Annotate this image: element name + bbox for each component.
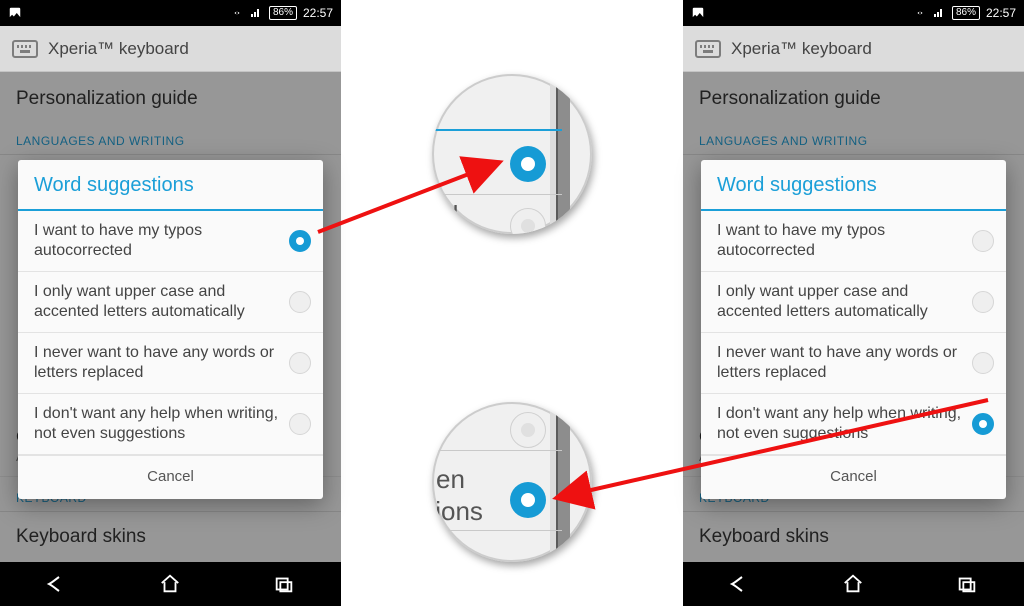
radio-selected-icon: [510, 146, 546, 182]
phone-screenshot-right: 86% 22:57 Xperia™ keyboard Personalizati…: [683, 0, 1024, 606]
languages-section-label: LANGUAGES AND WRITING: [683, 120, 1024, 155]
radio-unselected-icon: [510, 208, 546, 234]
radio-unselected-icon: [289, 352, 311, 374]
option-label: I want to have my typos autocorrected: [34, 221, 289, 261]
clock: 22:57: [986, 6, 1016, 20]
option-label: I want to have my typos autocorrected: [717, 221, 972, 261]
zoom-text-fragment: tions: [432, 496, 483, 527]
option-no-help[interactable]: I don't want any help when writing, not …: [701, 394, 1006, 455]
option-label: I never want to have any words or letter…: [34, 343, 289, 383]
recent-button[interactable]: [952, 569, 982, 599]
signal-icon: [249, 7, 263, 19]
dialog-cancel-button[interactable]: Cancel: [701, 455, 1006, 499]
personalization-heading[interactable]: Personalization guide: [0, 72, 341, 120]
radio-selected-icon: [510, 482, 546, 518]
back-button[interactable]: [42, 569, 72, 599]
signal-icon: [932, 7, 946, 19]
home-button[interactable]: [838, 569, 868, 599]
battery-indicator: 86%: [952, 6, 980, 20]
option-no-help[interactable]: I don't want any help when writing, not …: [18, 394, 323, 455]
keyboard-icon: [12, 40, 38, 58]
dialog-title: Word suggestions: [18, 160, 323, 211]
app-icon: [691, 6, 705, 20]
app-bar: Xperia™ keyboard: [683, 26, 1024, 72]
app-bar: Xperia™ keyboard: [0, 26, 341, 72]
option-label: I never want to have any words or letter…: [717, 343, 972, 383]
app-title: Xperia™ keyboard: [48, 39, 189, 59]
option-autocorrect[interactable]: I want to have my typos autocorrected: [18, 211, 323, 272]
battery-indicator: 86%: [269, 6, 297, 20]
recent-button[interactable]: [269, 569, 299, 599]
app-title: Xperia™ keyboard: [731, 39, 872, 59]
dialog-cancel-button[interactable]: Cancel: [18, 455, 323, 499]
radio-selected-icon: [972, 413, 994, 435]
data-icon: [914, 7, 926, 19]
option-never-replace[interactable]: I never want to have any words or letter…: [701, 333, 1006, 394]
word-suggestions-dialog: Word suggestions I want to have my typos…: [701, 160, 1006, 499]
radio-unselected-icon: [510, 412, 546, 448]
radio-selected-icon: [289, 230, 311, 252]
keyboard-skins-row[interactable]: Keyboard skins: [683, 512, 1024, 558]
option-label: I only want upper case and accented lett…: [34, 282, 289, 322]
dialog-title: Word suggestions: [701, 160, 1006, 211]
radio-unselected-icon: [972, 230, 994, 252]
option-label: I don't want any help when writing, not …: [34, 404, 289, 444]
languages-section-label: LANGUAGES AND WRITING: [0, 120, 341, 155]
zoom-callout-top: d: [432, 74, 592, 234]
keyboard-skins-row[interactable]: Keyboard skins: [0, 512, 341, 558]
app-icon: [8, 6, 22, 20]
home-button[interactable]: [155, 569, 185, 599]
radio-unselected-icon: [972, 352, 994, 374]
option-label: I don't want any help when writing, not …: [717, 404, 972, 444]
nav-bar: [0, 562, 341, 606]
option-autocorrect[interactable]: I want to have my typos autocorrected: [701, 211, 1006, 272]
option-label: I only want upper case and accented lett…: [717, 282, 972, 322]
data-icon: [231, 7, 243, 19]
word-suggestions-dialog: Word suggestions I want to have my typos…: [18, 160, 323, 499]
nav-bar: [683, 562, 1024, 606]
option-uppercase[interactable]: I only want upper case and accented lett…: [701, 272, 1006, 333]
status-bar: 86% 22:57: [683, 0, 1024, 26]
phone-screenshot-left: 86% 22:57 Xperia™ keyboard Personalizati…: [0, 0, 341, 606]
back-button[interactable]: [725, 569, 755, 599]
status-bar: 86% 22:57: [0, 0, 341, 26]
option-uppercase[interactable]: I only want upper case and accented lett…: [18, 272, 323, 333]
keyboard-icon: [695, 40, 721, 58]
clock: 22:57: [303, 6, 333, 20]
personalization-heading[interactable]: Personalization guide: [683, 72, 1024, 120]
option-never-replace[interactable]: I never want to have any words or letter…: [18, 333, 323, 394]
radio-unselected-icon: [289, 291, 311, 313]
zoom-text-fragment: en: [436, 464, 465, 495]
zoom-callout-bottom: en tions: [432, 402, 592, 562]
radio-unselected-icon: [972, 291, 994, 313]
zoom-text-fragment: d: [444, 200, 458, 231]
radio-unselected-icon: [289, 413, 311, 435]
